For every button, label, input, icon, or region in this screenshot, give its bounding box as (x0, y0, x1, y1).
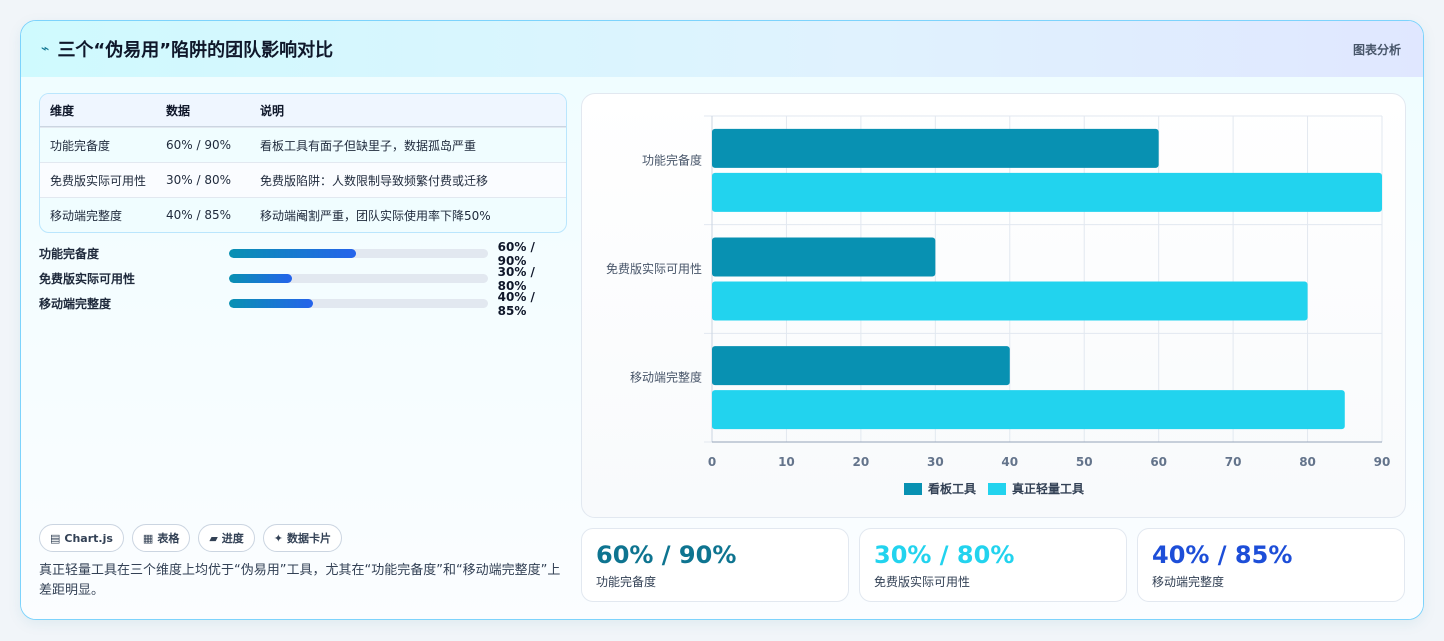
bar-lightweight (712, 172, 1382, 212)
bar-kanban (712, 128, 1159, 168)
progress-row: 免费版实际可用性 30% / 80% (39, 264, 567, 293)
x-tick-label: 40 (1001, 455, 1018, 469)
chip-data-card[interactable]: ✦ 数据卡片 (262, 524, 343, 552)
legend-label: 真正轻量工具 (1012, 481, 1084, 496)
header-tag: 图表分析 (1352, 42, 1401, 57)
stat-card: 40% / 85% 移动端完整度 (1137, 528, 1405, 602)
table-cell-dimension: 功能完备度 (50, 138, 111, 153)
x-tick-label: 90 (1374, 455, 1391, 469)
title-wrap: ⌁ 三个“伪易用”陷阱的团队影响对比 (41, 36, 333, 62)
x-tick-label: 30 (927, 455, 944, 469)
bar-lightweight (712, 281, 1308, 321)
progress-list: 功能完备度 60% / 90% 免费版实际可用性 30% / 80% 移动端完整… (39, 239, 567, 318)
table-cell-data: 60% / 90% (166, 138, 232, 152)
x-tick-label: 60 (1150, 455, 1167, 469)
bar-chart-svg: 0 10 20 30 40 50 60 70 80 90 功能完备度免费版实际可用性移动端完整度看板… (606, 115, 1391, 496)
table-header-cell: 数据 (166, 103, 191, 118)
bar-chart: 0 10 20 30 40 50 60 70 80 90 功能完备度免费版实际可用性移动端完整度看板… (581, 93, 1406, 518)
x-tick-label: 80 (1299, 455, 1316, 469)
card-body: 维度 数据 说明 功能完备度 60% / 90% 看板工具有面子但缺里子，数据孤… (21, 77, 1423, 619)
x-tick-label: 20 (853, 455, 870, 469)
progress-track (228, 299, 488, 308)
table-cell-dimension: 移动端完整度 (50, 208, 123, 223)
data-table: 维度 数据 说明 功能完备度 60% / 90% 看板工具有面子但缺里子，数据孤… (39, 93, 567, 233)
progress-row: 移动端完整度 40% / 85% (39, 289, 567, 318)
table-cell-data: 40% / 85% (166, 208, 232, 222)
table-header-cell: 说明 (260, 103, 285, 118)
table-row: 移动端完整度 40% / 85% 移动端阉割严重，团队实际使用率下降50% (40, 197, 566, 232)
card-header: ⌁ 三个“伪易用”陷阱的团队影响对比 图表分析 (21, 21, 1423, 77)
chip-label: 表格 (157, 532, 180, 545)
stat-value: 60% / 90% (596, 541, 737, 569)
chart-icon: ▤ (50, 531, 61, 545)
bar-kanban (712, 346, 1010, 386)
table-row: 功能完备度 60% / 90% 看板工具有面子但缺里子，数据孤岛严重 (40, 127, 566, 162)
page-title: 三个“伪易用”陷阱的团队影响对比 (57, 40, 334, 61)
summary-text: 真正轻量工具在三个维度上均优于“伪易用”工具，尤其在“功能完备度”和“移动端完整… (39, 563, 561, 598)
stat-label: 功能完备度 (596, 575, 657, 589)
progress-track (228, 274, 488, 283)
table-cell-dimension: 免费版实际可用性 (50, 173, 147, 188)
legend-label: 看板工具 (928, 481, 976, 496)
table-icon: ▦ (142, 531, 154, 545)
stat-value: 40% / 85% (1152, 541, 1293, 569)
table-header-row: 维度 数据 说明 (40, 94, 566, 127)
progress-fill (228, 249, 356, 258)
progress-value: 40% / 85% (497, 289, 535, 318)
chart-card: ⌁ 三个“伪易用”陷阱的团队影响对比 图表分析 维度 数据 说明 功能完备度 6… (20, 20, 1424, 620)
stat-card: 60% / 90% 功能完备度 (581, 528, 849, 602)
progress-track (228, 249, 488, 258)
table-cell-data: 30% / 80% (166, 173, 232, 187)
table-cell-description: 移动端阉割严重，团队实际使用率下降50% (260, 208, 491, 223)
bar-lightweight (712, 390, 1345, 430)
progress-label: 移动端完整度 (39, 297, 112, 311)
x-tick-label: 0 (708, 455, 716, 469)
table-cell-description: 看板工具有面子但缺里子，数据孤岛严重 (260, 138, 477, 153)
chip-label: 进度 (221, 532, 244, 545)
progress-value: 60% / 90% (497, 239, 535, 268)
x-tick-label: 50 (1076, 455, 1093, 469)
progress-fill (228, 274, 293, 283)
bar-kanban (712, 237, 936, 277)
x-tick-label: 70 (1225, 455, 1242, 469)
stat-label: 免费版实际可用性 (874, 575, 971, 589)
sparkle-icon: ✦ (273, 531, 284, 545)
legend-swatch (988, 483, 1006, 495)
table-header-cell: 维度 (50, 103, 75, 118)
progress-row: 功能完备度 60% / 90% (39, 239, 567, 268)
tag-chips: ▤ Chart.js ▦ 表格 ▰ 进度 ✦ 数据卡片 (39, 524, 343, 552)
progress-fill (228, 299, 313, 308)
chip-table[interactable]: ▦ 表格 (131, 524, 191, 552)
stat-value: 30% / 80% (874, 541, 1015, 569)
progress-icon: ▰ (209, 531, 218, 545)
y-tick-label: 移动端完整度 (630, 370, 702, 385)
progress-value: 30% / 80% (497, 264, 535, 293)
x-tick-label: 10 (778, 455, 795, 469)
table-cell-description: 免费版陷阱：人数限制导致频繁付费或迁移 (260, 173, 489, 188)
chip-progress[interactable]: ▰ 进度 (198, 524, 255, 552)
stat-label: 移动端完整度 (1152, 575, 1225, 589)
legend-swatch (904, 483, 922, 495)
y-tick-label: 功能完备度 (642, 152, 702, 167)
y-tick-label: 免费版实际可用性 (606, 261, 702, 276)
lightning-icon: ⌁ (41, 41, 50, 57)
table-row: 免费版实际可用性 30% / 80% 免费版陷阱：人数限制导致频繁付费或迁移 (40, 162, 566, 197)
progress-label: 功能完备度 (39, 247, 100, 261)
stat-card: 30% / 80% 免费版实际可用性 (859, 528, 1127, 602)
chip-label: 数据卡片 (287, 532, 332, 545)
chip-label: Chart.js (64, 531, 113, 545)
progress-label: 免费版实际可用性 (39, 272, 136, 286)
chip-chartjs[interactable]: ▤ Chart.js (39, 524, 124, 552)
